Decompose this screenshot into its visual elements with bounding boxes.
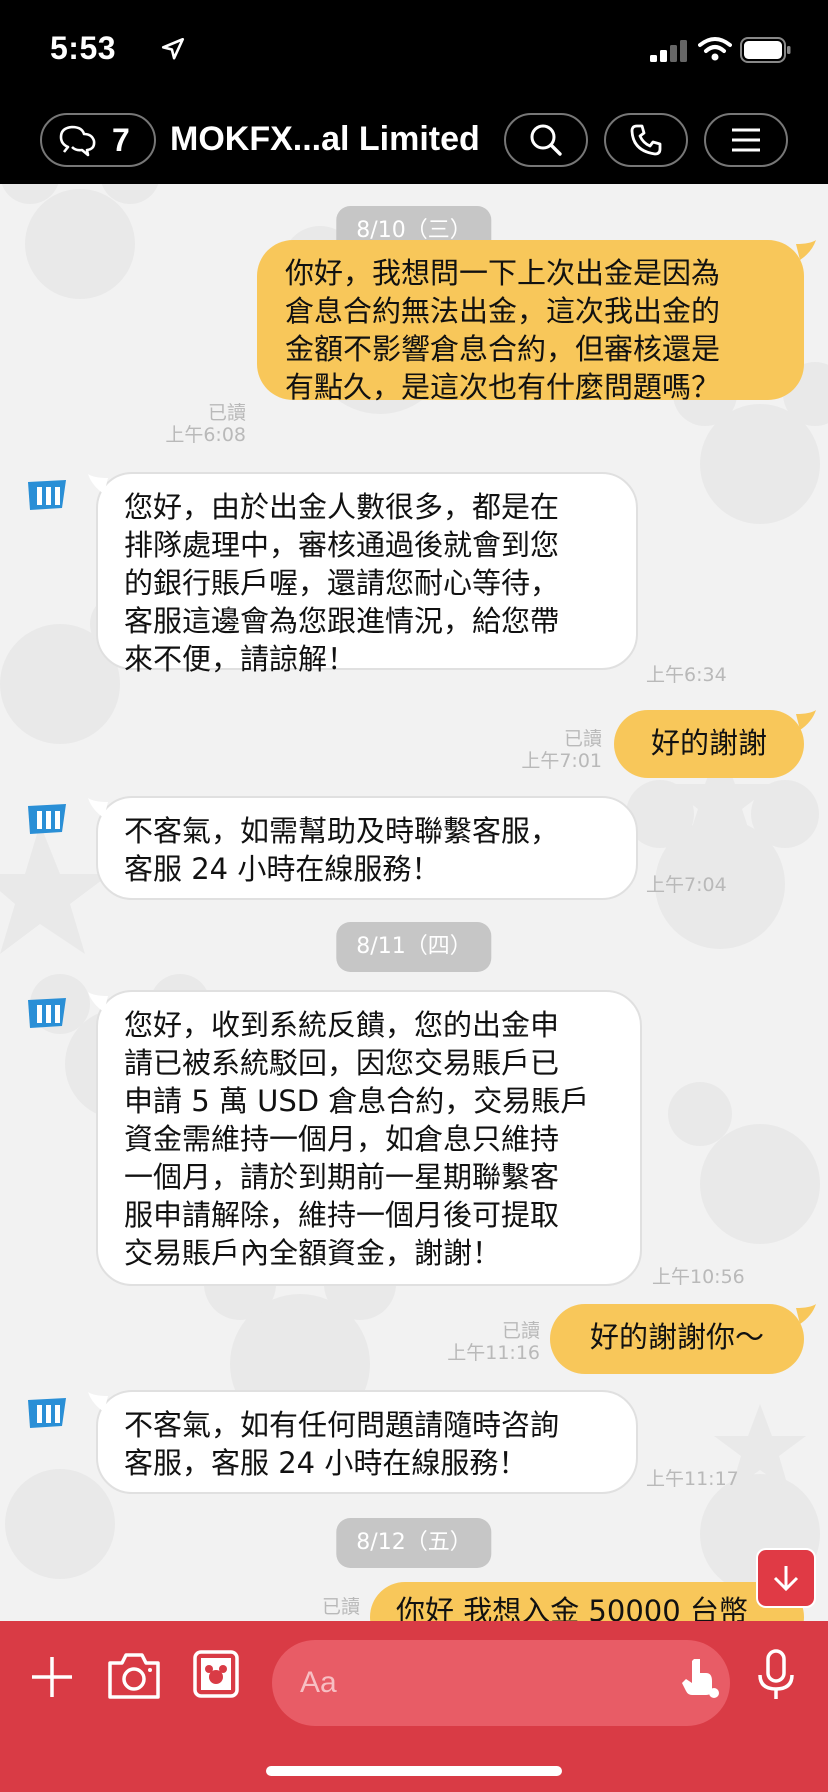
bubble-tail [88,798,108,818]
phone-icon [630,124,662,156]
avatar-logo-icon [28,1398,66,1428]
scroll-to-bottom-button[interactable] [756,1548,816,1608]
bubble-tail [796,1304,816,1324]
bubble-tail [88,1392,108,1412]
search-icon [530,124,562,156]
menu-icon [732,128,760,152]
message-time: 上午11:16 [447,1342,540,1364]
date-separator: 8/11（四） [336,922,492,972]
bubble-tail [88,992,108,1012]
search-button[interactable] [504,113,588,167]
avatar-logo-icon [28,480,66,510]
chat-bubbles-icon [59,125,96,157]
date-separator: 8/12（五） [336,1518,492,1568]
composer-bar: Aa [0,1621,828,1792]
message-time: 上午6:08 [165,424,246,446]
status-time: 5:53 [50,30,117,66]
arrow-down-icon [773,1566,799,1592]
message-time: 上午7:04 [646,874,727,896]
message-time: 上午6:34 [646,664,727,686]
message-time: 上午10:56 [652,1266,745,1288]
read-receipt: 已讀 [501,1320,540,1342]
chat-title: MOKFX...al Limited [170,120,480,158]
battery-icon [740,37,791,63]
signal-icon [650,40,687,62]
incoming-message[interactable]: 不客氣，如需幫助及時聯繫客服， 客服 24 小時在線服務！ [96,796,638,900]
incoming-message[interactable]: 您好，由於出金人數很多，都是在 排隊處理中，審核通過後就會到您 的銀行賬戶喔，還… [96,472,638,676]
message-input[interactable]: Aa [272,1640,730,1726]
wifi-icon [698,37,732,61]
avatar-logo-icon [28,804,66,834]
bubble-tail [796,240,816,260]
outgoing-message[interactable]: 你好，我想問一下上次出金是因為 倉息合約無法出金，這次我出金的 金額不影響倉息合… [257,240,804,404]
outgoing-message[interactable]: 好的謝謝你～ [550,1304,804,1374]
home-indicator [266,1766,562,1776]
image-icon[interactable] [192,1649,240,1699]
camera-icon[interactable] [106,1651,162,1701]
menu-button[interactable] [704,113,788,167]
outgoing-message[interactable]: 好的謝謝 [614,710,804,778]
avatar-logo-icon [28,998,66,1028]
bubble-tail [796,710,816,730]
back-button[interactable]: 7 [40,113,156,167]
read-receipt: 已讀 [207,402,246,424]
outgoing-message[interactable]: 你好 我想入金 50000 台幣 [370,1582,804,1621]
read-receipt: 已讀 [321,1596,360,1618]
location-arrow-icon [161,37,185,60]
message-time: 上午7:01 [521,750,602,772]
call-button[interactable] [604,113,688,167]
chat-area[interactable]: 8/10（三） 你好，我想問一下上次出金是因為 倉息合約無法出金，這次我出金的 … [0,184,828,1621]
message-time: 上午11:17 [646,1468,739,1490]
mic-icon[interactable] [756,1649,796,1703]
plus-icon[interactable] [30,1655,74,1699]
bubble-tail [88,474,108,494]
incoming-message[interactable]: 您好，收到系統反饋，您的出金申 請已被系統駁回，因您交易賬戶已 申請 5 萬 U… [96,990,642,1286]
incoming-message[interactable]: 不客氣，如有任何問題請隨時咨詢 客服，客服 24 小時在線服務！ [96,1390,638,1494]
unread-count: 7 [112,121,130,158]
status-bar: 5:53 [0,0,828,100]
read-receipt: 已讀 [563,728,602,750]
emoji-icon[interactable] [676,1655,720,1699]
chat-header: 7 MOKFX...al Limited [0,100,828,184]
